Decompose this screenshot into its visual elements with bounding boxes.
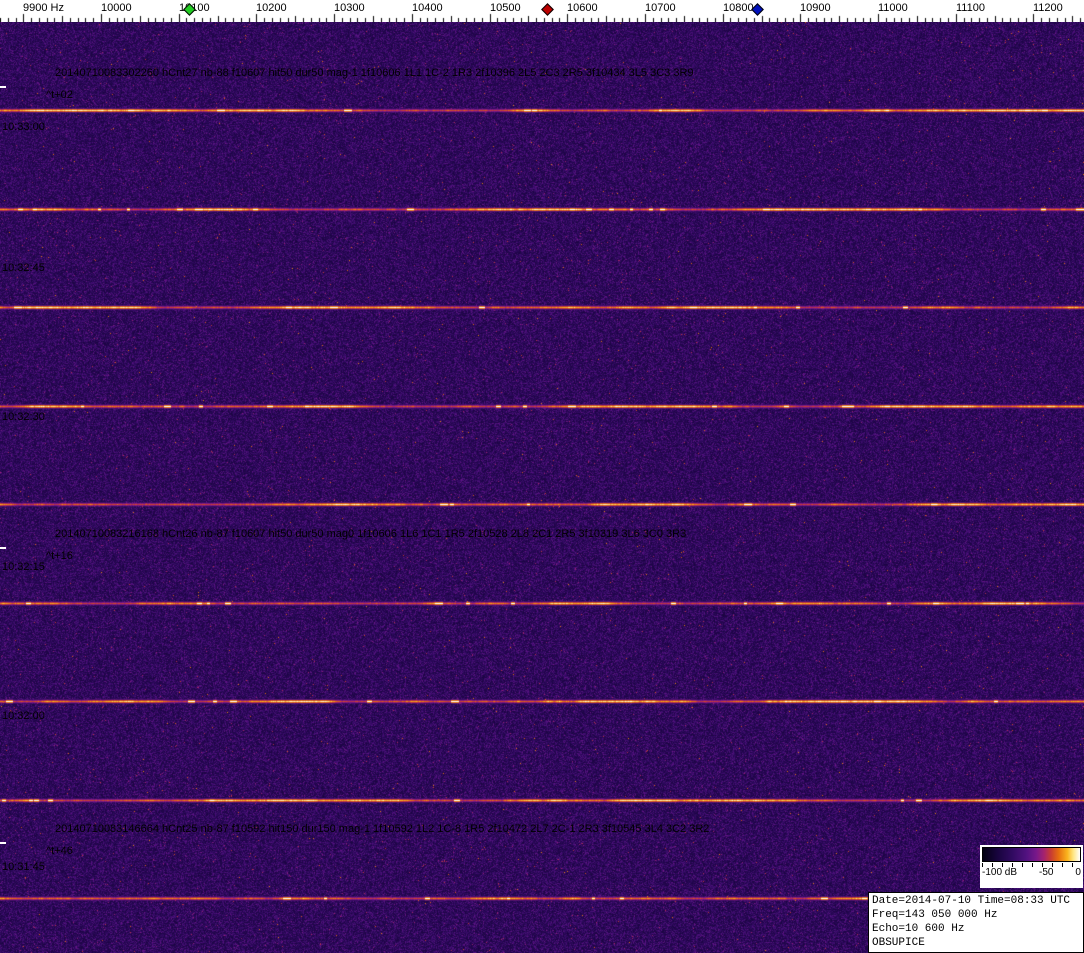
ruler-label-10500: 10500 — [490, 2, 521, 14]
ruler-label-10300: 10300 — [334, 2, 365, 14]
info-date-line: Date=2014-07-10 Time=08:33 UTC — [872, 895, 1071, 907]
legend-labels: -100 dB -50 0 — [982, 867, 1081, 878]
ruler-label-11100: 11100 — [956, 2, 985, 14]
info-station-line: OBSUPICE — [872, 937, 925, 949]
legend-max-label: 0 — [1075, 867, 1081, 878]
frequency-ruler: 9900 Hz100001010010200103001040010500106… — [0, 0, 1084, 22]
ruler-label-11000: 11000 — [878, 2, 908, 14]
ruler-label-10200: 10200 — [256, 2, 287, 14]
ruler-label-10800: 10800 — [723, 2, 754, 14]
color-scale-legend: -100 dB -50 0 — [980, 845, 1083, 888]
ruler-label-11200: 11200 — [1033, 2, 1063, 14]
observation-info-box: Date=2014-07-10 Time=08:33 UTC Freq=143 … — [868, 892, 1084, 953]
legend-mid-label: -50 — [1039, 867, 1054, 878]
ruler-label-10700: 10700 — [645, 2, 676, 14]
ruler-label-10900: 10900 — [800, 2, 831, 14]
meteor-echo-spectrogram-window: 9900 Hz100001010010200103001040010500106… — [0, 0, 1084, 953]
spectrogram-waterfall — [0, 22, 1084, 953]
color-gradient-bar — [982, 847, 1081, 862]
ruler-label-10000: 10000 — [101, 2, 132, 14]
info-echo-line: Echo=10 600 Hz — [872, 923, 965, 935]
ruler-label-9900: 9900 Hz — [23, 2, 64, 14]
ruler-label-10400: 10400 — [412, 2, 443, 14]
ruler-label-10600: 10600 — [567, 2, 598, 14]
info-freq-line: Freq=143 050 000 Hz — [872, 909, 998, 921]
legend-min-label: -100 dB — [982, 867, 1018, 878]
